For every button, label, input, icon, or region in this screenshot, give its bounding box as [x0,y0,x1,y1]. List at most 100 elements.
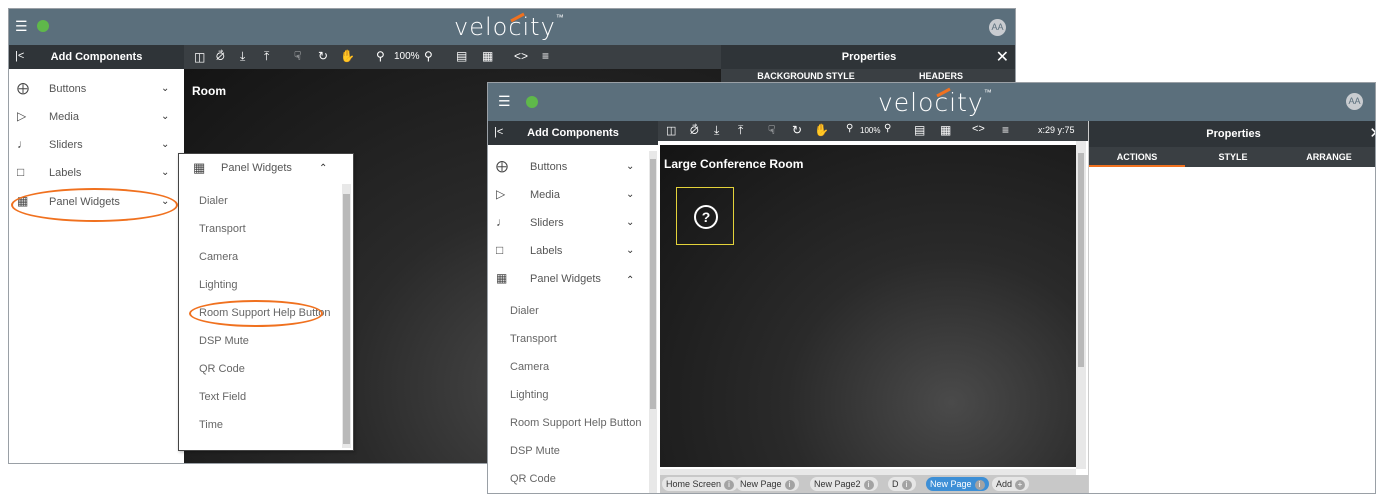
category-label: Media [530,189,560,201]
download-icon[interactable]: ⤓ [240,49,245,64]
page-tab-new-page-active[interactable]: New Page i [926,477,989,491]
chevron-up-icon: ⌃ [319,163,328,174]
widget-lighting[interactable]: Lighting [510,389,549,401]
category-labels[interactable]: □ Labels ⌄ [9,165,184,185]
category-label: Buttons [49,83,87,95]
tab-arrange[interactable]: ARRANGE [1281,152,1375,162]
category-sliders[interactable]: ♩ Sliders ⌄ [9,137,184,157]
grid-icon[interactable]: ▦ [940,123,951,137]
category-buttons[interactable]: ⨁ Buttons ⌄ [488,159,658,179]
avatar[interactable]: AA [989,19,1006,36]
tab-actions[interactable]: ACTIONS [1089,152,1185,162]
zoom-in-icon[interactable]: ⚲ [884,123,891,134]
avatar[interactable]: AA [1346,93,1363,110]
logo-swoosh-icon [936,87,951,97]
add-components-panel: |< Add Components ⨁ Buttons ⌄ ▷ Media ⌄ … [9,45,184,463]
properties-tabs: BACKGROUND STYLE HEADERS [721,69,1015,83]
help-widget[interactable]: ? [676,187,734,245]
widget-dialer[interactable]: Dialer [510,305,539,317]
upload-icon[interactable]: ⤒ [264,49,269,64]
widget-transport[interactable]: Transport [199,223,246,235]
widget-dialer[interactable]: Dialer [199,195,228,207]
menu-icon[interactable]: ☰ [498,93,511,110]
coordinates-readout: x:29 y:75 [1038,125,1075,135]
download-icon[interactable]: ⤓ [714,123,719,138]
page-tab-new-page2[interactable]: New Page2 i [810,477,878,491]
widget-qr-code[interactable]: QR Code [199,363,245,375]
toolbar: ◫ ⦳ ⤓ ⤒ ☟ ↻ ✋ ⚲ 100% ⚲ ▤ ▦ <> ≡ [184,45,721,69]
info-icon[interactable]: i [784,480,795,490]
upload-icon[interactable]: ⤒ [738,123,743,138]
touch-icon[interactable]: ☟ [294,49,301,63]
add-page-button[interactable]: Add + [992,477,1030,491]
widget-text-field[interactable]: Text Field [199,391,246,403]
scrollbar-thumb[interactable] [1078,153,1084,367]
widget-transport[interactable]: Transport [510,333,557,345]
sliders-icon[interactable]: ≡ [1002,123,1009,137]
category-sliders[interactable]: ♩ Sliders ⌄ [488,215,658,235]
hand-icon[interactable]: ✋ [814,123,829,137]
close-icon[interactable]: ✕ [996,47,1009,67]
zoom-level: 100% [394,51,420,62]
sliders-icon[interactable]: ≡ [542,49,549,63]
widget-lighting[interactable]: Lighting [199,279,238,291]
info-icon[interactable]: i [724,480,735,490]
lock-icon[interactable]: ▤ [456,49,467,63]
design-canvas[interactable]: Large Conference Room ? [660,145,1076,467]
zoom-in-icon[interactable]: ⚲ [424,49,433,63]
label-icon: □ [17,165,25,179]
tab-style[interactable]: STYLE [1185,152,1281,162]
info-icon[interactable]: i [863,480,874,490]
widget-dsp-mute[interactable]: DSP Mute [510,445,560,457]
category-labels[interactable]: □ Labels ⌄ [488,243,658,263]
widget-camera[interactable]: Camera [510,361,549,373]
widget-dsp-mute[interactable]: DSP Mute [199,335,249,347]
panel-scrollbar[interactable] [649,151,657,493]
menu-icon[interactable]: ☰ [15,18,28,35]
zoom-out-icon[interactable]: ⚲ [846,123,853,134]
device-icon[interactable]: ◫ [666,124,676,137]
category-media[interactable]: ▷ Media ⌄ [9,109,184,129]
dropdown-scrollbar[interactable] [342,184,351,448]
page-tab-home-screen[interactable]: Home Screen i [662,477,739,491]
chevron-down-icon: ⌄ [626,189,635,200]
rotate-icon[interactable]: ⦳ [690,123,699,138]
scrollbar-thumb[interactable] [650,159,656,409]
tab-headers[interactable]: HEADERS [901,71,981,81]
zoom-out-icon[interactable]: ⚲ [376,49,385,63]
canvas-vscrollbar[interactable] [1076,141,1086,469]
rotate-icon[interactable]: ⦳ [216,49,225,64]
page-tab-new-page[interactable]: New Page i [736,477,799,491]
widget-qr-code[interactable]: QR Code [510,473,556,485]
chevron-down-icon: ⌄ [161,83,170,94]
widget-room-support-help-button[interactable]: Room Support Help Button [510,417,641,429]
refresh-icon[interactable]: ↻ [792,123,802,137]
code-icon[interactable]: <> [972,123,985,135]
canvas-title: Room [192,84,226,98]
label-icon: □ [496,243,504,257]
dropdown-header[interactable]: ▦ Panel Widgets ⌃ [179,154,353,184]
hand-icon[interactable]: ✋ [340,49,355,63]
widget-camera[interactable]: Camera [199,251,238,263]
widgets-icon: ▦ [496,271,508,285]
grid-icon[interactable]: ▦ [482,49,493,63]
volume-icon: ♩ [496,215,508,229]
device-icon[interactable]: ◫ [194,50,205,64]
panel-header: |< Add Components [488,121,658,145]
category-buttons[interactable]: ⨁ Buttons ⌄ [9,81,184,101]
category-panel-widgets[interactable]: ▦ Panel Widgets ⌃ [488,271,658,291]
code-icon[interactable]: <> [514,49,528,63]
properties-header: Properties ✕ [721,45,1015,69]
widget-time[interactable]: Time [199,419,223,431]
refresh-icon[interactable]: ↻ [318,49,328,63]
info-icon[interactable]: i [974,480,985,490]
scrollbar-thumb[interactable] [343,194,350,444]
category-media[interactable]: ▷ Media ⌄ [488,187,658,207]
info-icon[interactable]: i [901,480,912,490]
close-icon[interactable]: ✕ [1369,124,1375,142]
touch-icon[interactable]: ☟ [768,123,775,137]
page-tab-d[interactable]: Di [888,477,916,491]
lock-icon[interactable]: ▤ [914,123,925,137]
tab-background-style[interactable]: BACKGROUND STYLE [751,71,861,81]
highlight-oval [189,300,323,327]
